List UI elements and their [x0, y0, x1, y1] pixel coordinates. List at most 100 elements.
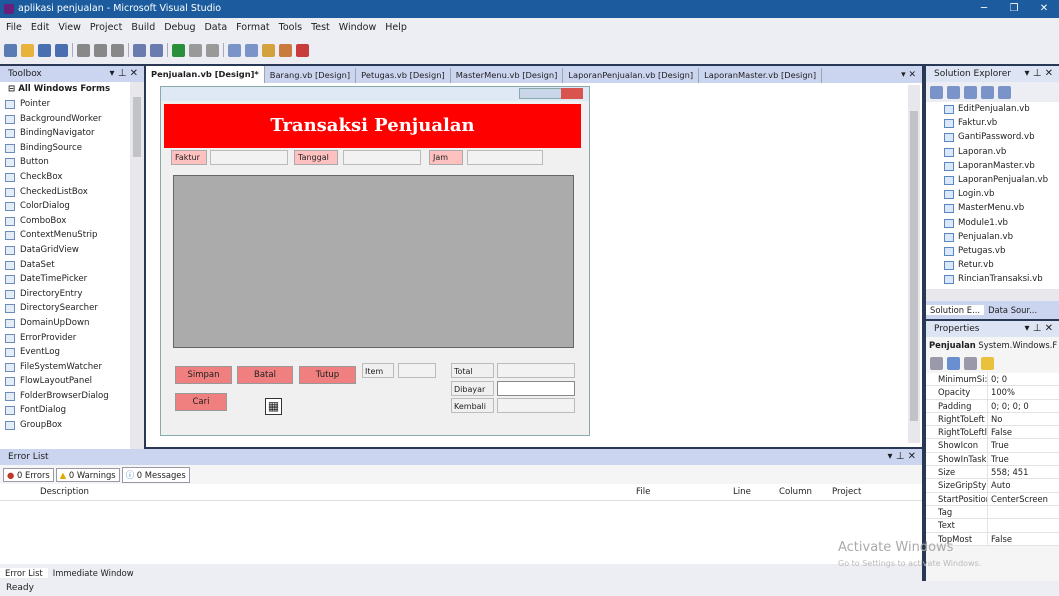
- toolbox-item[interactable]: FolderBrowserDialog: [0, 389, 144, 404]
- batal-button[interactable]: Batal: [237, 366, 293, 384]
- errors-filter[interactable]: ● 0 Errors: [3, 467, 54, 482]
- menu-file[interactable]: File: [6, 22, 22, 33]
- solution-file-item[interactable]: Petugas.vb: [926, 244, 1059, 258]
- cut-icon[interactable]: [77, 43, 90, 57]
- property-value[interactable]: No: [988, 413, 1059, 425]
- alphabetical-icon[interactable]: [947, 356, 960, 370]
- refresh-icon[interactable]: [964, 85, 977, 99]
- view-designer-icon[interactable]: [998, 85, 1011, 99]
- data-grid[interactable]: [173, 175, 574, 348]
- pin-close-icon[interactable]: ▾ ⊥ ✕: [888, 449, 916, 465]
- toolbox-item[interactable]: EventLog: [0, 345, 144, 360]
- calculator-icon[interactable]: ▦: [265, 398, 282, 415]
- property-value[interactable]: CenterScreen: [988, 493, 1059, 505]
- solution-file-item[interactable]: Module1.vb: [926, 216, 1059, 230]
- property-value[interactable]: 100%: [988, 386, 1059, 398]
- pin-close-icon[interactable]: ▾ ⊥ ✕: [1025, 66, 1053, 82]
- property-value[interactable]: False: [988, 426, 1059, 438]
- undo-icon[interactable]: [133, 43, 146, 57]
- property-row[interactable]: RightToLeftl False: [926, 426, 1059, 440]
- property-row[interactable]: MinimumSi: 0; 0: [926, 373, 1059, 387]
- property-value[interactable]: 0; 0; 0; 0: [988, 400, 1059, 412]
- solution-file-item[interactable]: Faktur.vb: [926, 116, 1059, 130]
- solution-file-item[interactable]: EditPenjualan.vb: [926, 102, 1059, 116]
- menu-debug[interactable]: Debug: [164, 22, 195, 33]
- property-value[interactable]: 558; 451: [988, 466, 1059, 478]
- paste-icon[interactable]: [111, 43, 124, 57]
- property-value[interactable]: [988, 506, 1059, 518]
- tanggal-field[interactable]: [343, 150, 421, 165]
- menu-build[interactable]: Build: [131, 22, 155, 33]
- property-value[interactable]: False: [988, 533, 1059, 545]
- dibayar-field[interactable]: [497, 381, 575, 396]
- tab-data-sources[interactable]: Data Sour...: [984, 305, 1041, 315]
- pin-close-icon[interactable]: ▾ ⊥ ✕: [110, 66, 138, 82]
- property-row[interactable]: SizeGripStyl Auto: [926, 479, 1059, 493]
- kembali-field[interactable]: [497, 398, 575, 413]
- tab-laporanmaster[interactable]: LaporanMaster.vb [Design]: [699, 68, 823, 83]
- simpan-button[interactable]: Simpan: [175, 366, 232, 384]
- property-row[interactable]: ShowInTaskl True: [926, 452, 1059, 467]
- toolbox-group[interactable]: ⊟ All Windows Forms: [0, 82, 144, 97]
- toolbox-item[interactable]: CheckBox: [0, 170, 144, 185]
- toolbox-item[interactable]: Pointer: [0, 97, 144, 112]
- toolbox-item[interactable]: FontDialog: [0, 403, 144, 418]
- object-selector[interactable]: Penjualan System.Windows.F: [926, 337, 1059, 353]
- toolbox-item[interactable]: DateTimePicker: [0, 272, 144, 287]
- solution-file-item[interactable]: RincianTransaksi.vb: [926, 272, 1059, 286]
- property-row[interactable]: Size 558; 451: [926, 466, 1059, 480]
- column-description[interactable]: Description: [40, 484, 89, 501]
- pause-icon[interactable]: [189, 43, 202, 57]
- menu-test[interactable]: Test: [311, 22, 330, 33]
- tab-dropdown-close-icon[interactable]: ▾ ✕: [895, 68, 922, 83]
- solution-file-item[interactable]: Penjualan.vb: [926, 230, 1059, 244]
- messages-filter[interactable]: ⓘ 0 Messages: [121, 466, 190, 483]
- property-value[interactable]: Auto: [988, 479, 1059, 491]
- menu-tools[interactable]: Tools: [279, 22, 302, 33]
- toolbox-item[interactable]: BindingSource: [0, 141, 144, 156]
- property-row[interactable]: StartPositior CenterScreen: [926, 492, 1059, 506]
- toolbox-item[interactable]: BindingNavigator: [0, 126, 144, 141]
- tutup-button[interactable]: Tutup: [299, 366, 356, 384]
- toolbox-item[interactable]: ComboBox: [0, 214, 144, 229]
- menu-data[interactable]: Data: [204, 22, 227, 33]
- tab-immediate-window[interactable]: Immediate Window: [48, 568, 139, 578]
- menu-help[interactable]: Help: [385, 22, 407, 33]
- toolbox-item[interactable]: DataSet: [0, 258, 144, 273]
- faktur-field[interactable]: [210, 150, 288, 165]
- property-row[interactable]: Opacity 100%: [926, 386, 1059, 400]
- stop-icon[interactable]: [206, 43, 219, 57]
- close-button[interactable]: ✕: [1029, 0, 1059, 18]
- property-value[interactable]: True: [988, 439, 1059, 451]
- events-icon[interactable]: [981, 356, 994, 370]
- property-value[interactable]: [988, 519, 1059, 531]
- toolbox-item[interactable]: DataGridView: [0, 243, 144, 258]
- toolbox-item[interactable]: GroupBox: [0, 418, 144, 433]
- copy-icon[interactable]: [94, 43, 107, 57]
- new-project-icon[interactable]: [4, 43, 17, 57]
- menu-project[interactable]: Project: [90, 22, 123, 33]
- toolbox-item[interactable]: BackgroundWorker: [0, 112, 144, 127]
- tab-solution-explorer[interactable]: Solution E...: [926, 305, 985, 315]
- pin-close-icon[interactable]: ▾ ⊥ ✕: [1025, 321, 1053, 337]
- column-column[interactable]: Column: [779, 484, 812, 501]
- properties-view-icon[interactable]: [964, 356, 977, 370]
- toolbox-icon[interactable]: [296, 43, 309, 57]
- property-value[interactable]: 0; 0: [988, 373, 1059, 385]
- total-field[interactable]: [497, 363, 575, 378]
- column-project[interactable]: Project: [832, 484, 861, 501]
- jam-field[interactable]: [467, 150, 543, 165]
- menu-edit[interactable]: Edit: [31, 22, 49, 33]
- warnings-filter[interactable]: ▲ 0 Warnings: [55, 467, 120, 482]
- toolbox-item[interactable]: DirectoryEntry: [0, 287, 144, 302]
- save-all-icon[interactable]: [55, 43, 68, 57]
- show-all-files-icon[interactable]: [947, 85, 960, 99]
- tab-penjualan[interactable]: Penjualan.vb [Design]*: [146, 66, 265, 83]
- solution-hscroll[interactable]: [926, 289, 1059, 301]
- property-value[interactable]: True: [988, 453, 1059, 465]
- save-icon[interactable]: [38, 43, 51, 57]
- indent-icon[interactable]: [245, 43, 258, 57]
- toolbox-item[interactable]: FileSystemWatcher: [0, 360, 144, 375]
- toolbox-scrollbar[interactable]: [130, 82, 144, 465]
- property-row[interactable]: ShowIcon True: [926, 439, 1059, 453]
